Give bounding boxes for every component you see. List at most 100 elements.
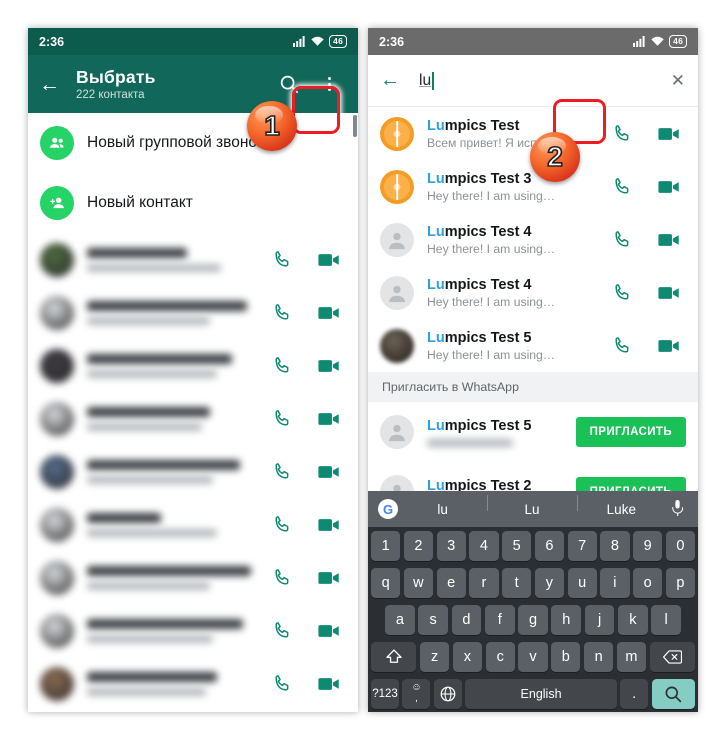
- emoji-comma-key[interactable]: ☺ ,: [402, 678, 431, 709]
- key-v[interactable]: v: [518, 641, 548, 672]
- search-input[interactable]: lu: [419, 71, 671, 90]
- video-call-button[interactable]: [318, 570, 340, 586]
- key-o[interactable]: o: [633, 567, 663, 598]
- suggestion-item[interactable]: lu: [398, 502, 487, 517]
- search-result-row[interactable]: Lumpics Test 4 Hey there! I am using…: [368, 213, 698, 266]
- space-key[interactable]: English: [465, 678, 617, 709]
- invite-row[interactable]: Lumpics Test 5 ПРИГЛАСИТЬ: [368, 402, 698, 462]
- invite-button[interactable]: ПРИГЛАСИТЬ: [575, 417, 686, 447]
- video-call-button[interactable]: [318, 411, 340, 427]
- key-j[interactable]: j: [584, 604, 615, 635]
- contact-list[interactable]: Новый групповой звонок Новый контакт: [28, 113, 358, 712]
- key-8[interactable]: 8: [600, 530, 630, 561]
- contact-row[interactable]: [28, 286, 358, 339]
- microphone-icon[interactable]: [666, 499, 688, 519]
- voice-call-button[interactable]: [273, 515, 292, 534]
- action-new-contact[interactable]: Новый контакт: [28, 173, 358, 233]
- blurred-contact-rows[interactable]: [28, 233, 358, 710]
- voice-call-button[interactable]: [613, 230, 632, 249]
- key-1[interactable]: 1: [371, 530, 401, 561]
- voice-call-button[interactable]: [613, 336, 632, 355]
- voice-call-button[interactable]: [273, 568, 292, 587]
- key-r[interactable]: r: [469, 567, 499, 598]
- key-g[interactable]: g: [518, 604, 548, 635]
- contact-row[interactable]: [28, 657, 358, 710]
- key-5[interactable]: 5: [502, 530, 532, 561]
- symbols-key[interactable]: ?123: [371, 678, 399, 709]
- voice-call-button[interactable]: [613, 124, 632, 143]
- key-9[interactable]: 9: [633, 530, 663, 561]
- clear-search-button[interactable]: ✕: [671, 71, 685, 91]
- contact-row[interactable]: [28, 233, 358, 286]
- contact-row[interactable]: [28, 604, 358, 657]
- video-call-button[interactable]: [658, 126, 680, 142]
- search-button[interactable]: [269, 74, 309, 94]
- key-l[interactable]: l: [651, 604, 682, 635]
- voice-call-button[interactable]: [273, 621, 292, 640]
- key-n[interactable]: n: [583, 641, 614, 672]
- key-i[interactable]: i: [600, 567, 630, 598]
- key-x[interactable]: x: [452, 641, 483, 672]
- key-s[interactable]: s: [418, 604, 449, 635]
- voice-call-button[interactable]: [273, 356, 292, 375]
- period-key[interactable]: .: [620, 678, 649, 709]
- key-z[interactable]: z: [419, 641, 450, 672]
- back-arrow-icon[interactable]: ←: [39, 74, 69, 95]
- key-3[interactable]: 3: [436, 530, 466, 561]
- key-y[interactable]: y: [534, 567, 564, 598]
- key-a[interactable]: a: [384, 604, 415, 635]
- language-globe-key[interactable]: [433, 678, 462, 709]
- video-call-button[interactable]: [318, 517, 340, 533]
- contact-row[interactable]: [28, 445, 358, 498]
- action-new-group-call[interactable]: Новый групповой звонок: [28, 113, 358, 173]
- video-call-button[interactable]: [318, 305, 340, 321]
- key-f[interactable]: f: [484, 604, 515, 635]
- key-u[interactable]: u: [567, 567, 597, 598]
- contact-row[interactable]: [28, 392, 358, 445]
- video-call-button[interactable]: [658, 285, 680, 301]
- voice-call-button[interactable]: [273, 674, 292, 693]
- voice-call-button[interactable]: [273, 462, 292, 481]
- video-call-button[interactable]: [658, 179, 680, 195]
- search-result-row[interactable]: Lumpics Test 4 Hey there! I am using…: [368, 266, 698, 319]
- suggestion-item[interactable]: Lu: [487, 494, 576, 517]
- video-call-button[interactable]: [318, 676, 340, 692]
- voice-call-button[interactable]: [273, 303, 292, 322]
- video-call-button[interactable]: [318, 623, 340, 639]
- key-w[interactable]: w: [403, 567, 433, 598]
- key-d[interactable]: d: [451, 604, 482, 635]
- key-m[interactable]: m: [616, 641, 647, 672]
- overflow-menu-button[interactable]: [309, 77, 349, 91]
- contact-row[interactable]: [28, 339, 358, 392]
- contact-row[interactable]: [28, 498, 358, 551]
- contact-row[interactable]: [28, 551, 358, 604]
- key-7[interactable]: 7: [567, 530, 597, 561]
- key-6[interactable]: 6: [534, 530, 564, 561]
- video-call-button[interactable]: [318, 464, 340, 480]
- scrollbar-thumb[interactable]: [353, 115, 357, 137]
- video-call-button[interactable]: [318, 358, 340, 374]
- video-call-button[interactable]: [658, 232, 680, 248]
- key-b[interactable]: b: [551, 641, 581, 672]
- key-0[interactable]: 0: [665, 530, 695, 561]
- voice-call-button[interactable]: [613, 283, 632, 302]
- key-k[interactable]: k: [617, 604, 648, 635]
- key-q[interactable]: q: [371, 567, 401, 598]
- voice-call-button[interactable]: [613, 177, 632, 196]
- video-call-button[interactable]: [658, 338, 680, 354]
- shift-key[interactable]: [370, 641, 417, 672]
- key-p[interactable]: p: [665, 567, 695, 598]
- voice-call-button[interactable]: [273, 409, 292, 428]
- key-c[interactable]: c: [485, 641, 515, 672]
- backspace-key[interactable]: [649, 641, 696, 672]
- key-e[interactable]: e: [436, 567, 466, 598]
- google-g-icon[interactable]: G: [378, 499, 398, 519]
- key-2[interactable]: 2: [403, 530, 433, 561]
- on-screen-keyboard[interactable]: G lu Lu Luke 1234567890 qwertyuiop asdfghj…: [368, 491, 698, 712]
- voice-call-button[interactable]: [273, 250, 292, 269]
- video-call-button[interactable]: [318, 252, 340, 268]
- search-submit-key[interactable]: [651, 678, 695, 709]
- key-h[interactable]: h: [551, 604, 582, 635]
- key-4[interactable]: 4: [469, 530, 499, 561]
- back-arrow-icon[interactable]: ←: [380, 69, 408, 92]
